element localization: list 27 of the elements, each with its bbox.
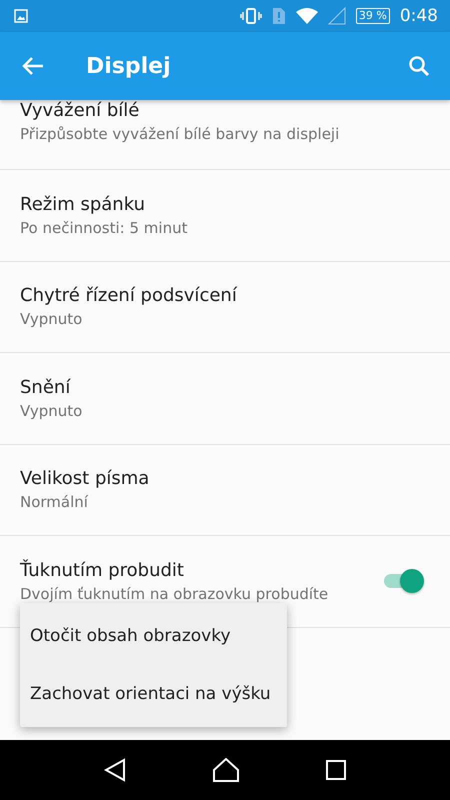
signal-icon	[328, 7, 346, 25]
back-icon[interactable]	[104, 758, 126, 782]
setting-title[interactable]: Velikost písma	[20, 468, 426, 490]
home-icon[interactable]	[212, 758, 239, 782]
vibrate-icon	[240, 8, 262, 24]
setting-title[interactable]: Vyvážení bílé	[20, 100, 426, 121]
setting-summary: Po nečinnosti: 5 minut	[20, 218, 188, 237]
screen-title: Displej	[86, 54, 172, 78]
wifi-icon	[296, 8, 318, 24]
search-icon[interactable]	[408, 55, 430, 77]
battery-level: 39 %	[356, 8, 390, 24]
setting-summary: Vypnuto	[20, 310, 84, 328]
setting-summary: Normální	[20, 493, 90, 512]
setting-summary: Přizpůsobte vyvážení bílé barvy na displeji	[20, 125, 340, 143]
menu-item[interactable]: Otočit obsah obrazovky	[20, 607, 287, 665]
sim-alert-icon	[272, 7, 286, 25]
setting-summary: Vypnuto	[20, 402, 84, 420]
menu-item[interactable]: Zachovat orientaci na výšku	[20, 665, 287, 723]
setting-summary: Dvojím ťuknutím na obrazovku probudíte	[20, 584, 330, 603]
setting-title[interactable]: Ťuknutím probudit	[20, 560, 380, 581]
clock: 0:48	[400, 6, 438, 26]
setting-title[interactable]: Snění	[20, 376, 426, 398]
setting-title[interactable]: Režim spánku	[20, 194, 426, 215]
setting-title[interactable]: Chytré řízení podsvícení	[20, 285, 426, 306]
image-icon	[14, 9, 28, 23]
back-arrow-icon[interactable]	[22, 56, 44, 76]
recents-icon[interactable]	[326, 760, 346, 780]
